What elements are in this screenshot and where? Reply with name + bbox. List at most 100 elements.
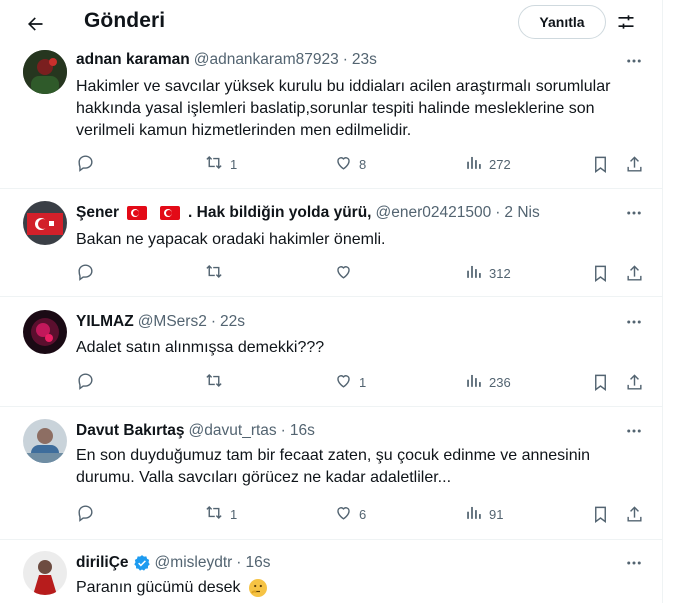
- views-icon[interactable]: [464, 503, 483, 525]
- more-icon[interactable]: [624, 312, 644, 332]
- avatar[interactable]: [23, 310, 67, 354]
- tweet-text: En son duyduğumuz tam bir fecaat zaten, …: [76, 447, 591, 486]
- timestamp[interactable]: 23s: [352, 51, 377, 69]
- more-icon[interactable]: [624, 553, 644, 573]
- reply-icon[interactable]: [76, 153, 95, 175]
- retweet-count: 1: [230, 156, 238, 172]
- views-icon[interactable]: [464, 153, 483, 175]
- avatar[interactable]: [23, 551, 67, 595]
- share-icon[interactable]: [625, 262, 644, 284]
- views-action[interactable]: 272: [464, 153, 511, 175]
- tweet-header: diriliÇe @misleydtr · 16s: [76, 553, 616, 573]
- reply-icon[interactable]: [76, 262, 95, 284]
- author-name[interactable]: Şener . Hak bildiğin yolda yürü,: [76, 204, 371, 222]
- tweet-item[interactable]: YILMAZ @MSers2 · 22s Adalet satın alınmı…: [0, 297, 662, 407]
- like-icon[interactable]: [334, 371, 353, 393]
- views-action[interactable]: 91: [464, 503, 503, 525]
- like-icon[interactable]: [334, 262, 353, 284]
- timestamp[interactable]: 16s: [290, 422, 315, 440]
- like-action[interactable]: 8: [334, 153, 366, 175]
- tweet-actions: 312: [76, 262, 651, 284]
- share-icon[interactable]: [625, 371, 644, 393]
- views-count: 236: [489, 374, 511, 390]
- tweet-actions: 1 8 272: [76, 153, 651, 175]
- author-name-prefix: Şener: [76, 204, 120, 221]
- views-icon[interactable]: [464, 371, 483, 393]
- like-count: 6: [359, 506, 367, 522]
- author-name[interactable]: adnan karaman: [76, 51, 190, 69]
- page-header: Gönderi Yanıtla: [0, 0, 662, 46]
- sliders-icon[interactable]: [612, 8, 640, 36]
- avatar[interactable]: [23, 419, 67, 463]
- author-name-suffix: . Hak bildiğin yolda yürü,: [188, 204, 372, 221]
- timestamp[interactable]: 2 Nis: [504, 204, 539, 222]
- tweet-text: Hakimler ve savcılar yüksek kurulu bu id…: [76, 78, 611, 139]
- retweet-icon[interactable]: [204, 371, 224, 393]
- retweet-action[interactable]: [204, 371, 230, 393]
- avatar[interactable]: [23, 50, 67, 94]
- tweet-item[interactable]: adnan karaman @adnankaram87923 · 23s Hak…: [0, 46, 662, 189]
- tweet-actions: 1 236: [76, 371, 651, 393]
- author-handle[interactable]: @adnankaram87923: [194, 51, 339, 69]
- views-action[interactable]: 236: [464, 371, 511, 393]
- retweet-icon[interactable]: [204, 262, 224, 284]
- like-action[interactable]: 6: [334, 503, 366, 525]
- avatar[interactable]: [23, 201, 67, 245]
- tweet-header: YILMAZ @MSers2 · 22s: [76, 312, 616, 332]
- timestamp[interactable]: 22s: [220, 313, 245, 331]
- like-icon[interactable]: [334, 503, 353, 525]
- reply-action[interactable]: [76, 262, 95, 284]
- turkish-flag-icon: [159, 205, 180, 220]
- tweet-header: Davut Bakırtaş @davut_rtas · 16s: [76, 421, 616, 441]
- views-count: 91: [489, 506, 504, 522]
- retweet-action[interactable]: 1: [204, 503, 237, 525]
- like-icon[interactable]: [334, 153, 353, 175]
- author-handle[interactable]: @davut_rtas: [189, 422, 277, 440]
- like-count: 1: [359, 374, 367, 390]
- views-action[interactable]: 312: [464, 262, 511, 284]
- reply-icon[interactable]: [76, 503, 95, 525]
- bookmark-icon[interactable]: [591, 503, 610, 525]
- author-handle[interactable]: @ener02421500: [375, 204, 491, 222]
- reply-icon[interactable]: [76, 371, 95, 393]
- timestamp[interactable]: 16s: [245, 554, 270, 572]
- reply-action[interactable]: [76, 371, 95, 393]
- retweet-icon[interactable]: [204, 503, 224, 525]
- tweet-actions: 1 6 91: [76, 503, 651, 525]
- like-action[interactable]: [334, 262, 359, 284]
- reply-button[interactable]: Yanıtla: [518, 5, 606, 39]
- bookmark-icon[interactable]: [591, 262, 610, 284]
- retweet-icon[interactable]: [204, 153, 224, 175]
- tweet-item[interactable]: diriliÇe @misleydtr · 16s Paranın gücümü…: [0, 540, 662, 603]
- tweet-item[interactable]: Davut Bakırtaş @davut_rtas · 16s En son …: [0, 407, 662, 540]
- retweet-action[interactable]: [204, 262, 230, 284]
- retweet-action[interactable]: 1: [204, 153, 237, 175]
- verified-icon: [133, 554, 151, 572]
- author-handle[interactable]: @MSers2: [138, 313, 207, 331]
- back-arrow-icon[interactable]: [18, 7, 52, 41]
- bookmark-icon[interactable]: [591, 371, 610, 393]
- bookmark-icon[interactable]: [591, 153, 610, 175]
- separator-dot: ·: [342, 51, 348, 68]
- views-count: 312: [489, 265, 511, 281]
- more-icon[interactable]: [624, 421, 644, 441]
- reply-action[interactable]: [76, 503, 95, 525]
- author-name[interactable]: Davut Bakırtaş: [76, 422, 185, 440]
- more-icon[interactable]: [624, 51, 644, 71]
- reply-action[interactable]: [76, 153, 95, 175]
- tweet-text: Adalet satın alınmışsa demekki???: [76, 339, 325, 356]
- author-name[interactable]: YILMAZ: [76, 313, 134, 331]
- like-action[interactable]: 1: [334, 371, 366, 393]
- separator-dot: ·: [236, 554, 242, 571]
- share-icon[interactable]: [625, 153, 644, 175]
- tweet-text-content: Paranın gücümü desek: [76, 579, 241, 596]
- more-icon[interactable]: [624, 203, 644, 223]
- page-title: Gönderi: [84, 9, 166, 32]
- separator-dot: ·: [210, 313, 216, 330]
- author-handle[interactable]: @misleydtr: [155, 554, 233, 572]
- tweet-header: adnan karaman @adnankaram87923 · 23s: [76, 50, 616, 70]
- tweet-item[interactable]: Şener . Hak bildiğin yolda yürü, @ener02…: [0, 189, 662, 297]
- share-icon[interactable]: [625, 503, 644, 525]
- author-name[interactable]: diriliÇe: [76, 554, 129, 572]
- views-icon[interactable]: [464, 262, 483, 284]
